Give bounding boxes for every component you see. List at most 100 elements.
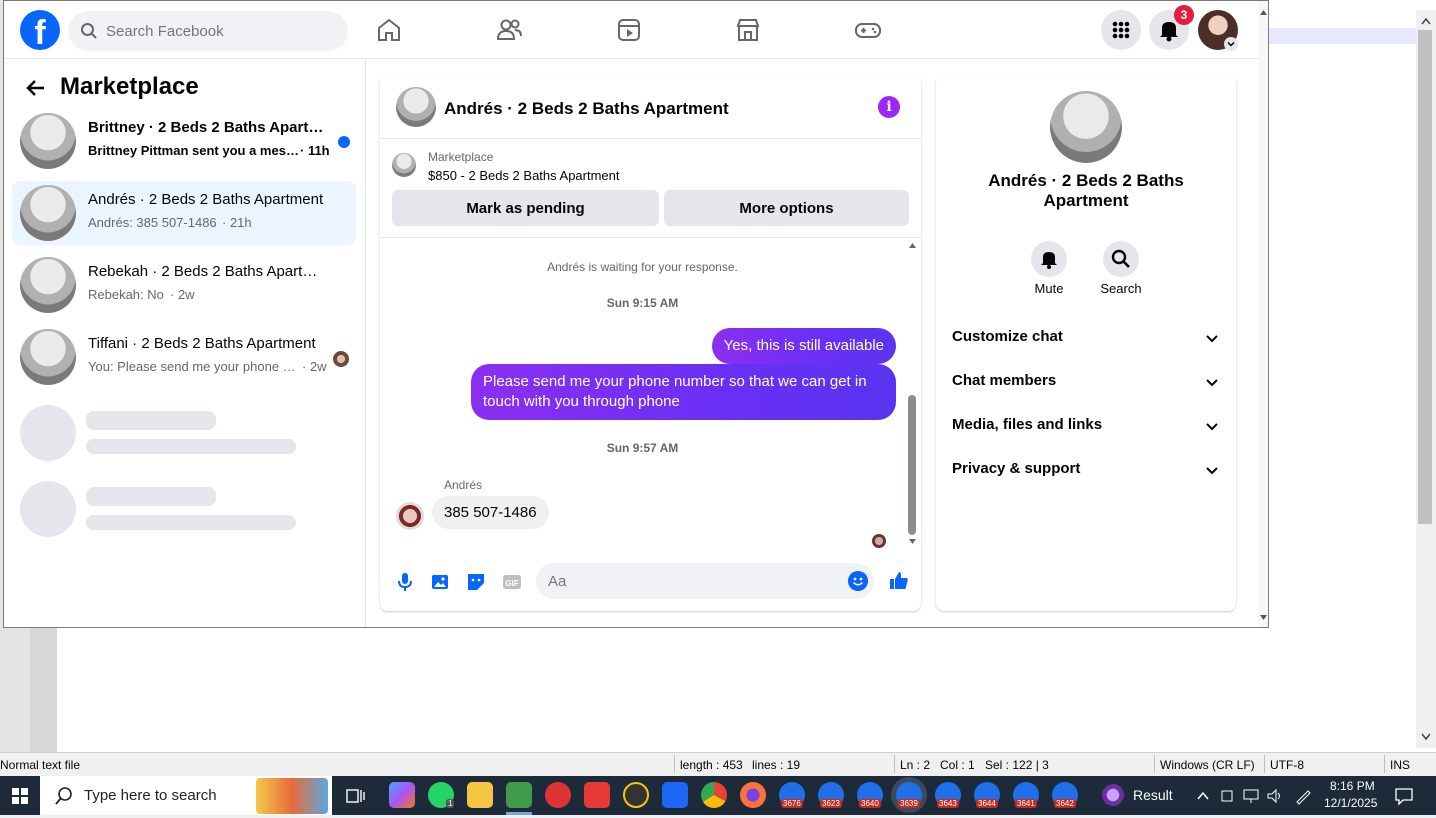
snipping-tool-icon[interactable]: [545, 782, 571, 808]
whatsapp-badge: 1: [446, 799, 455, 808]
outgoing-message[interactable]: Please send me your phone number so that…: [471, 364, 896, 420]
app-badge-2: 3623: [820, 799, 842, 808]
status-ln: Ln : 2: [900, 758, 931, 772]
customize-chat-section[interactable]: Customize chat: [952, 328, 1220, 352]
notification-center-icon[interactable]: [1394, 786, 1414, 806]
copilot-icon[interactable]: [389, 782, 415, 808]
facebook-logo-icon[interactable]: f: [20, 10, 60, 52]
editor-status-bar: Normal text file length : 453 lines : 19…: [0, 752, 1436, 776]
listing-thumbnail: [20, 185, 76, 241]
sticker-icon[interactable]: [465, 571, 487, 593]
message-input[interactable]: [536, 563, 874, 599]
chrome-icon[interactable]: [701, 782, 727, 808]
details-listing-thumbnail[interactable]: [1050, 91, 1122, 163]
volume-icon[interactable]: [1266, 788, 1284, 804]
result-app-icon[interactable]: [1102, 784, 1124, 806]
app-badge-3: 3640: [859, 799, 881, 808]
conversation-time: · 11h: [300, 143, 330, 158]
conversation-item[interactable]: Rebekah · 2 Beds 2 Baths Apartment Rebek…: [12, 253, 356, 317]
media-files-links-section[interactable]: Media, files and links: [952, 416, 1220, 440]
incoming-message[interactable]: 385 507-1486: [432, 496, 549, 529]
marketplace-inbox-panel: Marketplace Brittney · 2 Beds 2 Baths Ap…: [4, 59, 366, 627]
facebook-window: f 3 Marketplace Brittney · 2 Beds 2 Bath…: [3, 0, 1269, 628]
editor-scrollbar-thumb[interactable]: [1418, 30, 1432, 524]
conversation-item[interactable]: Tiffani · 2 Beds 2 Baths Apartment You: …: [12, 325, 356, 389]
photo-icon[interactable]: [429, 571, 451, 593]
page-scrollbar[interactable]: [1258, 1, 1268, 627]
listing-thumbnail: [20, 329, 76, 385]
chat-members-section[interactable]: Chat members: [952, 372, 1220, 396]
home-icon[interactable]: [373, 14, 405, 46]
firefox-icon[interactable]: [740, 782, 766, 808]
privacy-support-section[interactable]: Privacy & support: [952, 460, 1220, 484]
info-icon[interactable]: i: [878, 96, 900, 118]
mark-as-pending-button[interactable]: Mark as pending: [392, 190, 659, 226]
mute-label: Mute: [1034, 281, 1064, 296]
meet-now-icon[interactable]: [1220, 788, 1236, 804]
section-label: Media, files and links: [952, 416, 1103, 433]
menu-button[interactable]: [1101, 10, 1141, 50]
clock-date[interactable]: 12/1/2025: [1324, 796, 1377, 810]
notepad-plus-plus-icon[interactable]: [506, 782, 532, 808]
pen-icon[interactable]: [1294, 787, 1312, 805]
microphone-icon[interactable]: [394, 571, 416, 593]
xbox-app-icon[interactable]: [623, 782, 649, 808]
chat-scrollbar-thumb[interactable]: [908, 395, 916, 535]
chevron-up-icon[interactable]: [1195, 788, 1211, 804]
bell-icon: [1041, 252, 1057, 269]
friends-icon[interactable]: [493, 14, 525, 46]
video-icon[interactable]: [613, 14, 645, 46]
more-options-button[interactable]: More options: [664, 190, 909, 226]
conversation-preview: Rebekah: No: [88, 287, 164, 302]
task-view-icon[interactable]: [345, 786, 365, 806]
unread-dot: [338, 136, 350, 148]
conversation-item-selected[interactable]: Andrés · 2 Beds 2 Baths Apartment Andrés…: [12, 181, 356, 245]
chat-title[interactable]: Andrés · 2 Beds 2 Baths Apartment: [444, 99, 729, 119]
mute-button[interactable]: [1031, 241, 1067, 277]
chat-listing-thumbnail[interactable]: [396, 87, 436, 127]
file-explorer-icon[interactable]: [467, 782, 493, 808]
gaming-icon[interactable]: [852, 14, 884, 46]
facebook-search-input[interactable]: [104, 11, 334, 51]
message-thread: Andrés is waiting for your response. Sun…: [380, 237, 921, 553]
bitwarden-icon[interactable]: [662, 782, 688, 808]
windows-logo-icon: [12, 788, 28, 804]
listing-mini-thumbnail: [392, 153, 416, 177]
result-label: Result: [1133, 787, 1173, 803]
anydesk-icon[interactable]: [584, 782, 610, 808]
back-arrow-icon[interactable]: [24, 76, 48, 100]
sender-name: Andrés: [444, 478, 483, 492]
loading-avatar-placeholder: [20, 405, 76, 461]
emoji-icon[interactable]: [848, 571, 868, 591]
facebook-search-box[interactable]: [68, 11, 348, 51]
search-conversation-button[interactable]: [1103, 241, 1139, 277]
taskbar-search-box[interactable]: Type here to search: [40, 776, 332, 815]
status-length: length : 453: [680, 758, 743, 772]
conversation-item[interactable]: Brittney · 2 Beds 2 Baths Apartm... Brit…: [12, 109, 356, 173]
notifications-badge: 3: [1174, 5, 1194, 25]
section-label: Chat members: [952, 372, 1057, 389]
details-title-line: Apartment: [1043, 191, 1129, 210]
listing-price-title[interactable]: $850 - 2 Beds 2 Baths Apartment: [428, 168, 620, 183]
message-composer: GIF: [380, 559, 921, 607]
seen-avatar: [333, 351, 349, 367]
chevron-down-icon: [1206, 335, 1218, 343]
clock-time[interactable]: 8:16 PM: [1330, 779, 1375, 793]
app-badge-6: 3644: [976, 799, 998, 808]
app-badge-7: 3641: [1015, 799, 1037, 808]
search-label: Search: [1100, 281, 1142, 296]
gif-icon[interactable]: GIF: [501, 571, 523, 593]
loading-line-placeholder: [86, 487, 216, 506]
outgoing-message[interactable]: Yes, this is still available: [711, 328, 896, 364]
network-icon[interactable]: [1242, 788, 1260, 804]
sender-avatar[interactable]: [396, 502, 424, 530]
chevron-down-icon[interactable]: [1224, 37, 1238, 51]
chat-header: Andrés · 2 Beds 2 Baths Apartment i: [380, 75, 921, 139]
start-button[interactable]: [0, 776, 40, 815]
details-title-line: Andrés · 2 Beds 2 Baths: [988, 171, 1184, 190]
listing-thumbnail: [20, 113, 76, 169]
thumbs-up-icon[interactable]: [888, 569, 910, 591]
status-lines: lines : 19: [752, 758, 801, 772]
marketplace-icon[interactable]: [732, 14, 764, 46]
status-insert-mode: INS: [1390, 758, 1411, 772]
